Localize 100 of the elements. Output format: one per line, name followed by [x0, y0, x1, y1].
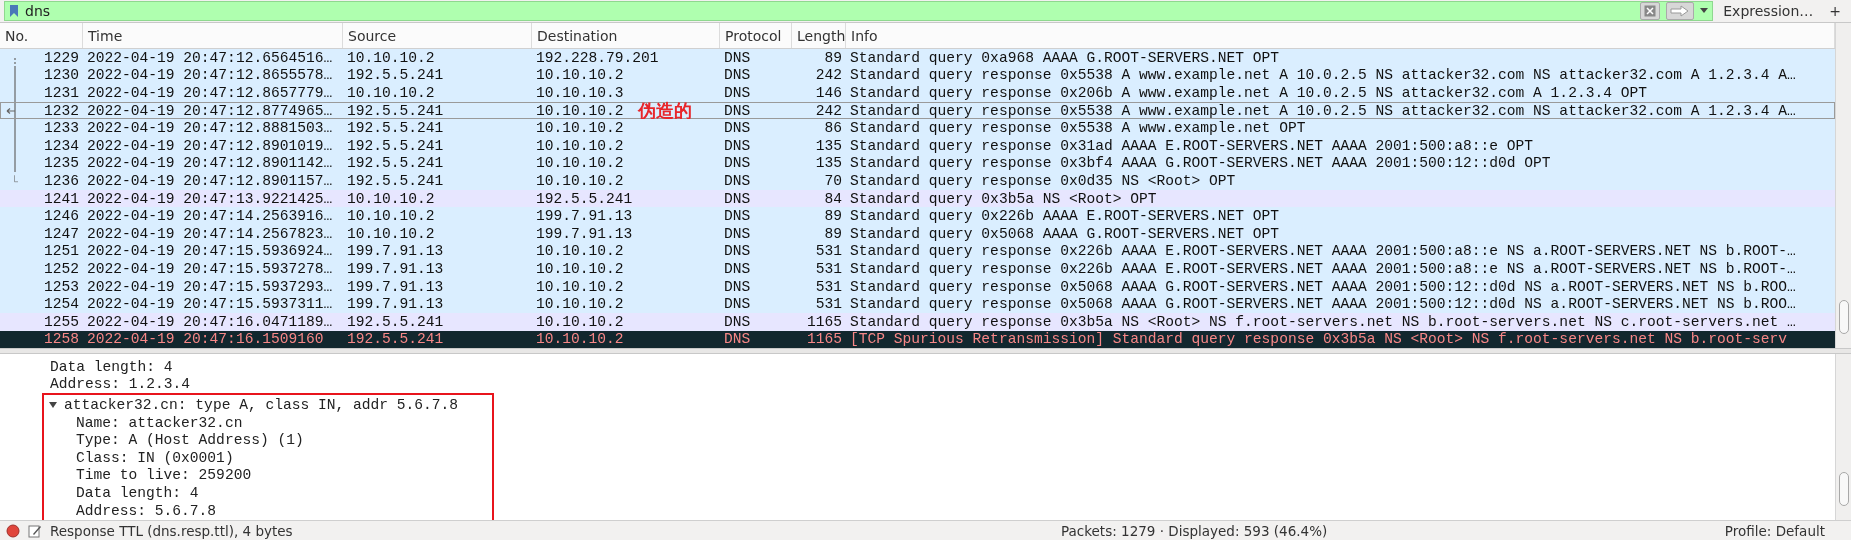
column-header[interactable]: Length [792, 23, 846, 48]
column-header[interactable]: Time [83, 23, 343, 48]
detail-line[interactable]: Name: attacker32.cn [76, 414, 243, 431]
table-cell: DNS [724, 155, 751, 172]
table-cell-text: 1235 [42, 155, 80, 172]
table-cell: 192.228.79.201 [536, 49, 659, 66]
table-cell: DNS [724, 278, 751, 295]
table-cell: 2022-04-19 20:47:12.8901019… [87, 137, 333, 154]
table-cell: Standard query response 0x0d35 NS <Root> OPT [850, 172, 1236, 189]
table-cell: 10.10.10.2 [536, 120, 624, 137]
table-cell: 10.10.10.2 [536, 331, 624, 348]
table-cell-text: 1251 [42, 243, 80, 260]
table-cell: Standard query response 0x226b AAAA E.ROOT-SERVERS.NET AAAA 2001:500:a8::e NS a.ROOT-SERVERS.NET NS b.ROOT-… [850, 243, 1796, 260]
detail-line[interactable]: attacker32.cn: type A, class IN, addr 5.6.7.8 [64, 397, 459, 414]
table-cell: 199.7.91.13 [536, 225, 633, 242]
table-cell-text: 1247 [42, 225, 80, 242]
table-cell: 84 [824, 190, 842, 207]
table-cell: 2022-04-19 20:47:15.5937278… [87, 260, 333, 277]
table-cell: 2022-04-19 20:47:12.8881503… [87, 120, 333, 137]
bookmark-icon[interactable] [9, 4, 19, 18]
table-cell: 2022-04-19 20:47:12.8774965… [87, 102, 333, 119]
status-indicator-icon[interactable] [6, 523, 20, 538]
table-cell: 2022-04-19 20:47:12.8901142… [87, 155, 333, 172]
table-cell: 10.10.10.2 [536, 102, 624, 119]
table-cell: 10.10.10.2 [347, 190, 435, 207]
table-cell-text: 1232 [42, 102, 80, 119]
column-header[interactable]: Protocol [720, 23, 792, 48]
column-header[interactable]: No. [0, 23, 83, 48]
table-cell: 10.10.10.2 [536, 296, 624, 313]
table-cell: DNS [724, 67, 751, 84]
table-cell: DNS [724, 190, 751, 207]
add-filter-button[interactable]: + [1823, 1, 1847, 21]
profile-label[interactable]: Profile: Default [1724, 522, 1845, 539]
table-cell: 2022-04-19 20:47:12.6564516… [87, 49, 333, 66]
packet-row[interactable]: 1254 2022-04-19 20:47:15.5937311… 199.7.91.13 10.10.10.2 DNS 531 Standard query response 0x5068 AAAA G.ROOT-SERVERS.NET AAAA 2001:500:12::d0d NS a.ROOT-SERVERS.NET NS b.ROO… [0, 295, 1835, 313]
dropdown-caret-icon[interactable] [1700, 8, 1709, 14]
table-cell: Standard query 0x5068 AAAA G.ROOT-SERVERS.NET OPT [850, 225, 1280, 242]
table-cell: 2022-04-19 20:47:15.5936924… [87, 243, 333, 260]
table-cell: Standard query response 0x5538 A www.example.net A 10.0.2.5 NS attacker32.com NS attacker32.com A 1.2.3.4 A… [850, 102, 1796, 119]
table-cell: 135 [815, 155, 842, 172]
detail-line[interactable]: Address: 5.6.7.8 [76, 502, 217, 519]
packet-row[interactable]: 1236 2022-04-19 20:47:12.8901157… 192.5.5.241 10.10.10.2 DNS 70 Standard query response 0x0d35 NS <Root> OPT [0, 172, 1835, 190]
table-cell: 10.10.10.2 [347, 208, 435, 225]
expression-button[interactable]: Expression… [1717, 1, 1820, 21]
table-cell: DNS [724, 225, 751, 242]
table-cell: 10.10.10.2 [536, 243, 624, 260]
table-cell: 10.10.10.2 [536, 67, 624, 84]
table-cell: 2022-04-19 20:47:16.0471189… [87, 313, 333, 330]
table-cell: DNS [724, 243, 751, 260]
table-cell: 192.5.5.241 [347, 102, 444, 119]
table-cell: Standard query response 0x5068 AAAA G.ROOT-SERVERS.NET AAAA 2001:500:12::d0d NS a.ROOT-SERVERS.NET NS b.ROO… [850, 296, 1796, 313]
apply-button[interactable] [1666, 2, 1695, 20]
table-cell-text: 1253 [42, 278, 80, 295]
packet-row[interactable]: 1233 2022-04-19 20:47:12.8881503… 192.5.5.241 10.10.10.2 DNS 86 Standard query response 0x5538 A www.example.net OPT [0, 119, 1835, 137]
table-cell: Standard query 0x3b5a NS <Root> OPT [850, 190, 1157, 207]
clear-button[interactable] [1640, 2, 1661, 20]
table-cell: 199.7.91.13 [536, 208, 633, 225]
table-cell: 199.7.91.13 [347, 278, 444, 295]
detail-line[interactable]: Data length: 4 [76, 485, 199, 502]
table-cell: DNS [724, 260, 751, 277]
edit-icon[interactable] [28, 523, 42, 538]
table-cell: 199.7.91.13 [347, 296, 444, 313]
table-cell: DNS [724, 331, 751, 348]
table-cell: 10.10.10.2 [347, 49, 435, 66]
column-header[interactable]: Source [343, 23, 532, 48]
table-cell: DNS [724, 102, 751, 119]
table-cell-text: 1230 [42, 67, 80, 84]
table-cell: 531 [815, 260, 842, 277]
table-cell: 531 [815, 243, 842, 260]
display-filter-field[interactable]: dns [4, 1, 1714, 21]
table-cell: 146 [815, 85, 842, 101]
table-cell: DNS [724, 313, 751, 330]
column-header[interactable]: Destination [532, 23, 720, 48]
table-cell-text: 1258 [42, 331, 80, 348]
detail-line[interactable]: Class: IN (0x0001) [76, 449, 234, 466]
table-cell: 2022-04-19 20:47:13.9221425… [87, 190, 333, 207]
detail-line[interactable]: Type: A (Host Address) (1) [76, 432, 304, 449]
detail-line[interactable]: Data length: 4 [50, 358, 173, 375]
packet-row[interactable]: 1246 2022-04-19 20:47:14.2563916… 10.10.10.2 199.7.91.13 DNS 89 Standard query 0x226b AAAA E.ROOT-SERVERS.NET OPT [0, 207, 1835, 225]
table-cell: 192.5.5.241 [347, 313, 444, 330]
table-cell: 242 [815, 67, 842, 84]
packet-row[interactable]: 1229 2022-04-19 20:47:12.6564516… 10.10.10.2 192.228.79.201 DNS 89 Standard query 0xa968 AAAA G.ROOT-SERVERS.NET OPT [0, 49, 1835, 67]
table-cell: Standard query response 0x3bf4 AAAA G.ROOT-SERVERS.NET AAAA 2001:500:12::d0d OPT [850, 155, 1551, 172]
packet-row[interactable]: 1231 2022-04-19 20:47:12.8657779… 10.10.10.2 10.10.10.3 DNS 146 Standard query response 0x206b A www.example.net A 10.0.2.5 NS attacker32.com A 1.2.3.4 OPT [0, 84, 1835, 102]
table-cell: 2022-04-19 20:47:12.8655578… [87, 67, 333, 84]
detail-line[interactable]: Address: 1.2.3.4 [50, 376, 191, 393]
packet-count: Packets: 1279 · Displayed: 593 (46.4%) [1060, 522, 1329, 539]
scrollbar[interactable] [1835, 354, 1851, 520]
scrollbar[interactable] [1835, 23, 1851, 349]
packet-row[interactable]: 1252 2022-04-19 20:47:15.5937278… 199.7.91.13 10.10.10.2 DNS 531 Standard query response 0x226b AAAA E.ROOT-SERVERS.NET AAAA 2001:500:a8::e NS a.ROOT-SERVERS.NET NS b.ROOT-… [0, 260, 1835, 278]
table-cell: [TCP Spurious Retransmission] Standard query response 0x3b5a NS <Root> NS f.root-servers.net NS b.root-serv [850, 331, 1788, 348]
table-cell: 10.10.10.2 [536, 172, 624, 189]
table-cell: 2022-04-19 20:47:14.2567823… [87, 225, 333, 242]
table-cell: 192.5.5.241 [347, 67, 444, 84]
table-cell: DNS [724, 49, 751, 66]
detail-line[interactable]: Time to live: 259200 [76, 467, 252, 484]
table-cell-text: 1254 [42, 296, 80, 313]
table-cell: 192.5.5.241 [347, 120, 444, 137]
table-cell: 2022-04-19 20:47:15.5937311… [87, 296, 333, 313]
table-cell: DNS [724, 208, 751, 225]
